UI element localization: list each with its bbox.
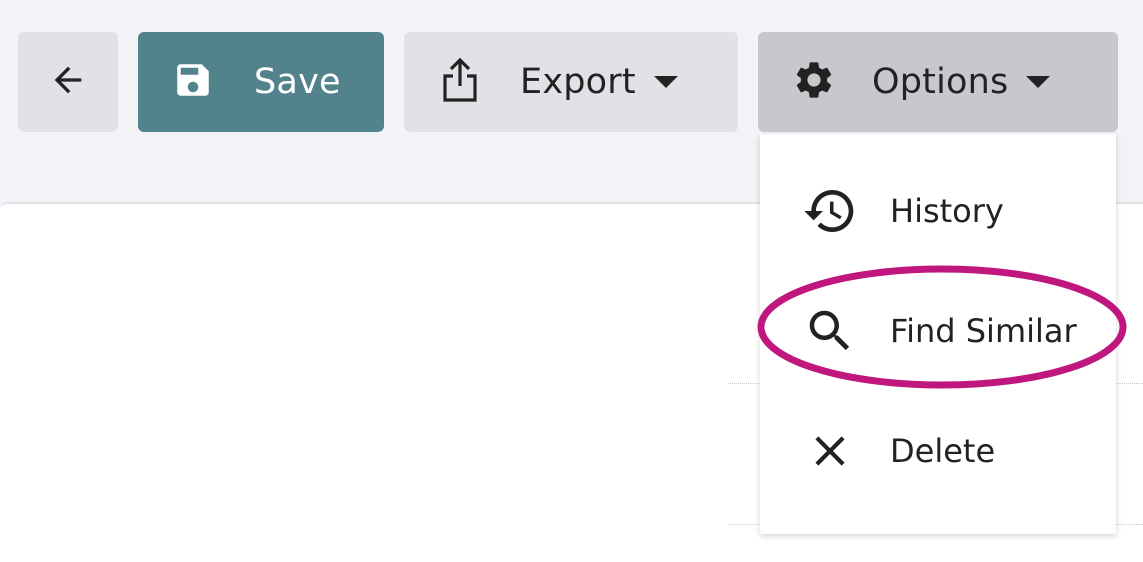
options-button-label: Options	[872, 62, 1009, 102]
options-button[interactable]: Options	[758, 32, 1118, 132]
menu-item-find-similar[interactable]: Find Similar	[760, 276, 1116, 386]
share-upload-icon	[440, 56, 480, 108]
history-icon	[800, 181, 860, 241]
floppy-disk-icon	[172, 59, 214, 105]
chevron-down-icon	[653, 76, 678, 88]
save-button-label: Save	[254, 62, 341, 102]
menu-item-delete[interactable]: Delete	[760, 396, 1116, 506]
export-button[interactable]: Export	[404, 32, 738, 132]
menu-item-label: Delete	[890, 432, 996, 470]
close-icon	[800, 421, 860, 481]
menu-item-history[interactable]: History	[760, 156, 1116, 266]
back-button[interactable]	[18, 32, 118, 132]
search-icon	[800, 301, 860, 361]
arrow-left-icon	[48, 60, 88, 104]
menu-item-label: History	[890, 192, 1004, 230]
menu-item-label: Find Similar	[890, 312, 1077, 350]
gear-icon	[792, 58, 836, 106]
save-button[interactable]: Save	[138, 32, 384, 132]
options-dropdown-menu: History Find Similar Delete	[760, 134, 1116, 534]
export-button-label: Export	[520, 62, 636, 102]
chevron-down-icon	[1026, 76, 1051, 88]
